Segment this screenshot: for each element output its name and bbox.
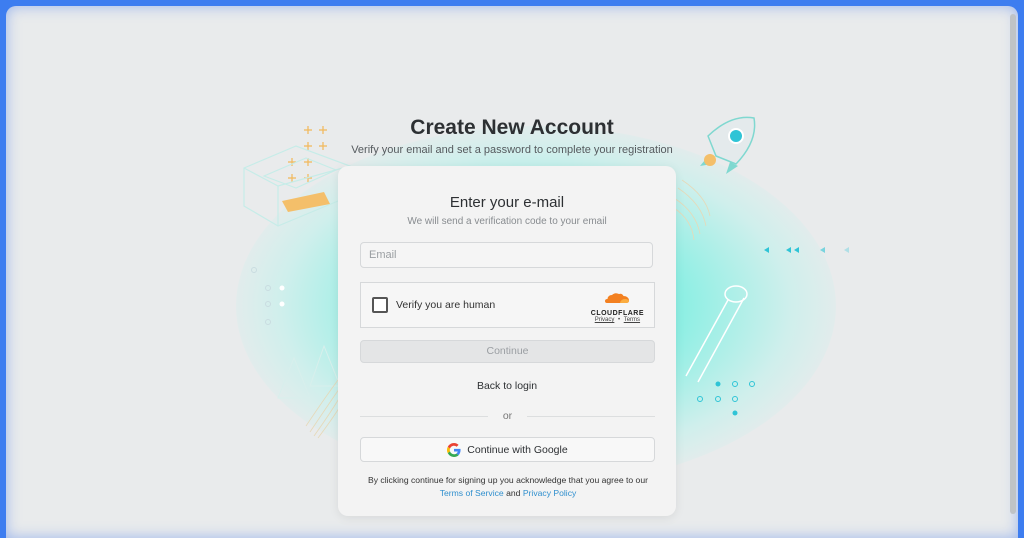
- left-circles: [251, 267, 271, 325]
- pipe-decoration: [685, 285, 748, 383]
- email-input[interactable]: [360, 242, 653, 268]
- captcha-privacy-link[interactable]: Privacy: [595, 317, 615, 323]
- or-label: or: [502, 410, 513, 422]
- right-dots: [697, 381, 755, 416]
- captcha-widget: Verify you are human CLOUDFLARE Privacy …: [360, 282, 655, 328]
- google-icon: [447, 442, 461, 457]
- scrollbar[interactable]: [1010, 14, 1016, 514]
- terms-of-service-link[interactable]: Terms of Service: [440, 488, 504, 498]
- box-accent: [282, 192, 330, 212]
- privacy-policy-link[interactable]: Privacy Policy: [523, 488, 576, 498]
- page-header: Create New Account Verify your email and…: [6, 116, 1018, 156]
- hatch-decoration-right: [673, 179, 711, 241]
- cloudflare-name: CLOUDFLARE: [590, 310, 644, 317]
- page-frame: Create New Account Verify your email and…: [6, 6, 1018, 538]
- signup-card: Enter your e-mail We will send a verific…: [338, 166, 676, 516]
- card-subtitle: We will send a verification code to your…: [407, 216, 607, 227]
- captcha-link-separator: •: [618, 317, 621, 323]
- continue-button[interactable]: Continue: [360, 340, 655, 363]
- arrows-decoration: [764, 247, 849, 253]
- legal-and: and: [506, 488, 521, 498]
- cloudflare-links: Privacy • Terms: [591, 317, 644, 323]
- box-decoration: [243, 145, 351, 227]
- cloudflare-icon: [605, 293, 630, 303]
- card-title: Enter your e-mail: [449, 194, 565, 211]
- cloudflare-branding: CLOUDFLARE Privacy • Terms: [591, 291, 644, 323]
- left-dots: [279, 285, 285, 307]
- google-button-label: Continue with Google: [467, 443, 568, 456]
- legal-text: By clicking continue for signing up you …: [368, 475, 648, 485]
- back-to-login-link[interactable]: Back to login: [338, 380, 676, 392]
- or-divider: or: [360, 410, 655, 422]
- google-signin-button[interactable]: Continue with Google: [360, 437, 655, 462]
- page-title: Create New Account: [410, 116, 614, 139]
- captcha-checkbox[interactable]: [372, 297, 388, 313]
- legal-notice: By clicking continue for signing up you …: [358, 474, 658, 500]
- page-subtitle: Verify your email and set a password to …: [351, 144, 673, 156]
- captcha-label: Verify you are human: [396, 299, 496, 311]
- captcha-terms-link[interactable]: Terms: [624, 317, 640, 323]
